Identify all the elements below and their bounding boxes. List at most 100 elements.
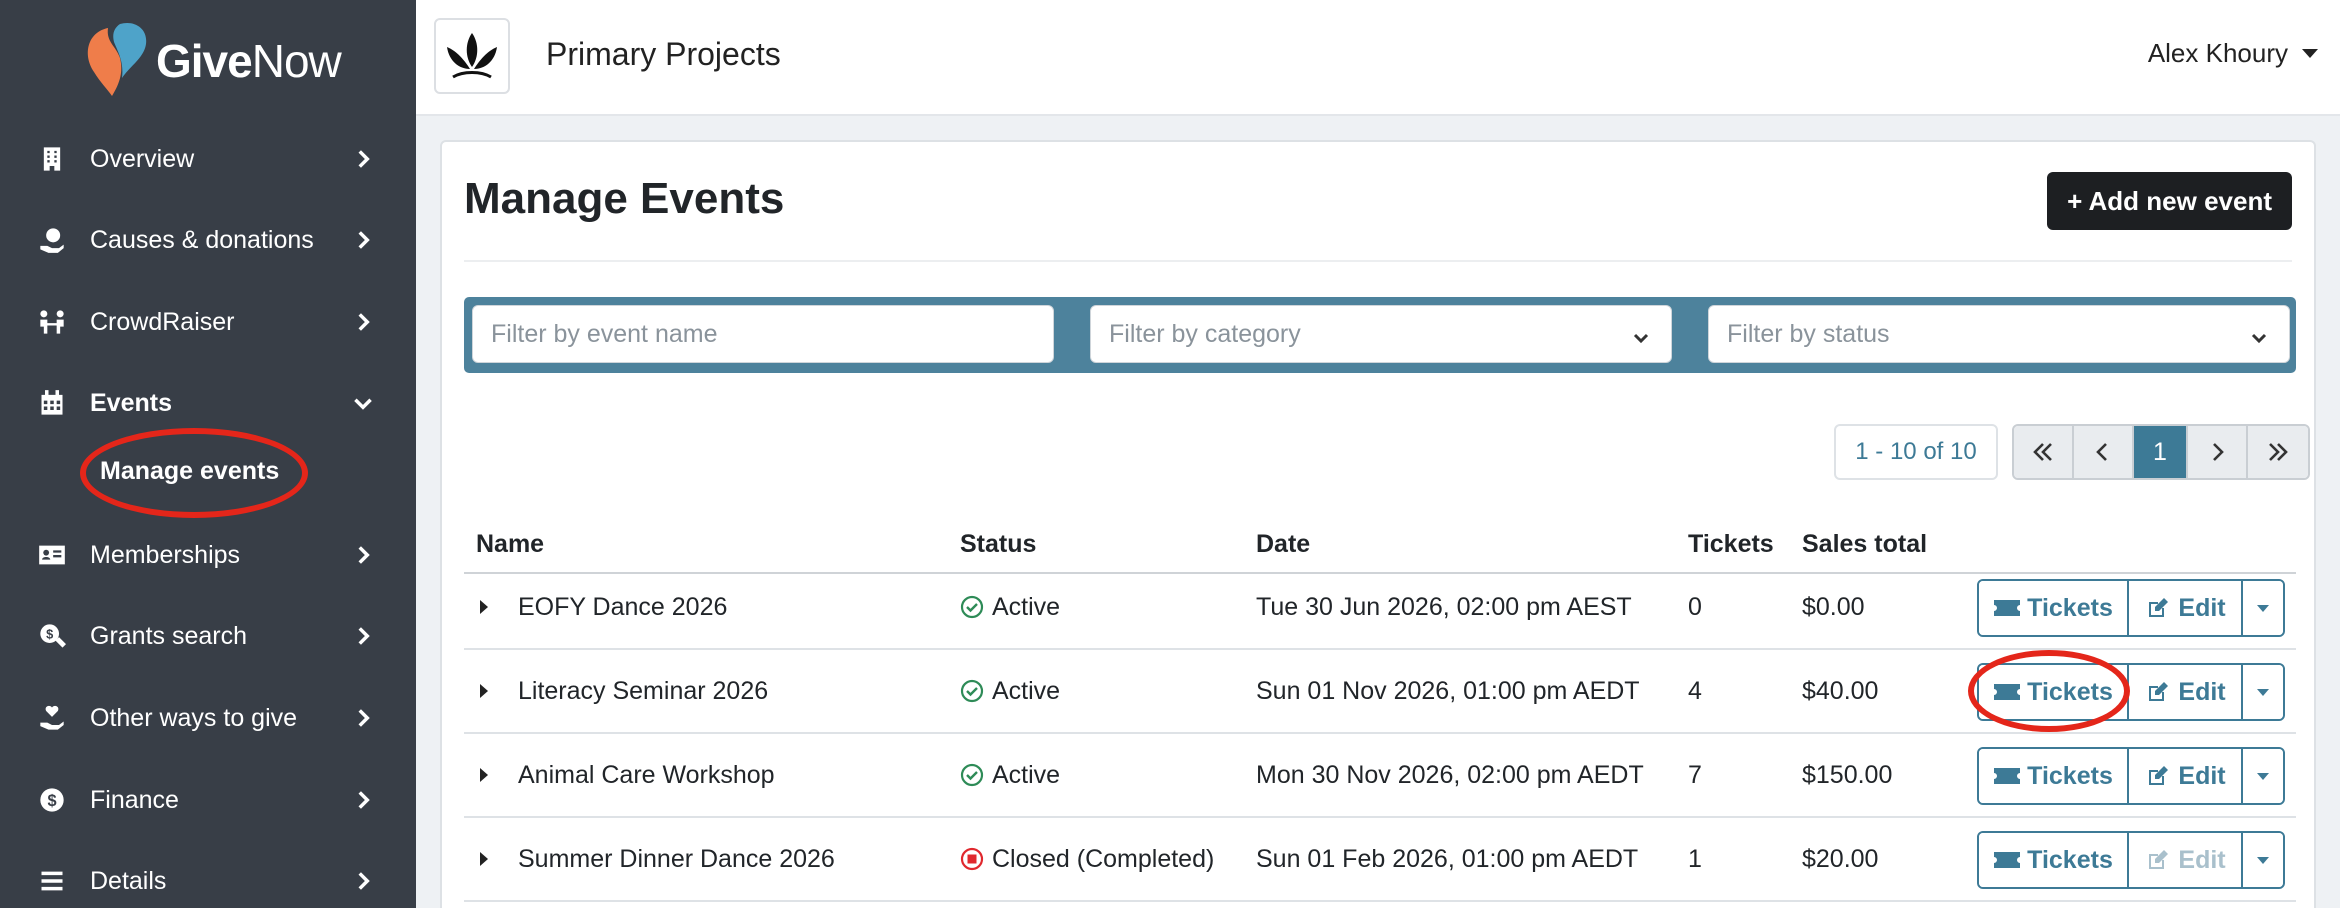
- check-circle-icon: [960, 679, 984, 703]
- status-text: Active: [992, 593, 1061, 621]
- expand-row-icon[interactable]: [480, 600, 488, 614]
- sidebar-item-grants-search[interactable]: $ Grants search: [0, 596, 416, 676]
- category-filter-select[interactable]: Filter by category: [1090, 305, 1672, 363]
- more-actions-dropdown[interactable]: [2243, 581, 2283, 635]
- org-name: Primary Projects: [546, 36, 781, 72]
- table-row: Summer Dinner Dance 2026 Closed (Complete…: [464, 818, 2296, 902]
- chevron-right-icon: [350, 227, 376, 253]
- event-name[interactable]: Literacy Seminar 2026: [518, 677, 768, 706]
- event-name[interactable]: EOFY Dance 2026: [518, 593, 727, 622]
- sidebar: GiveNow Overview Causes & donations Crow…: [0, 0, 416, 908]
- chevron-down-icon: [1631, 326, 1651, 346]
- edit-icon: [2149, 598, 2169, 617]
- expand-row-icon[interactable]: [480, 852, 488, 866]
- ticket-icon: [1994, 768, 2021, 784]
- pagination-range: 1 - 10 of 10: [1834, 424, 1998, 480]
- lotus-icon: [447, 33, 497, 79]
- last-page-button[interactable]: [2248, 426, 2308, 478]
- more-actions-dropdown[interactable]: [2243, 665, 2283, 719]
- caret-down-icon: [2302, 49, 2318, 58]
- chevron-right-icon: [350, 146, 376, 172]
- status-filter-placeholder: Filter by status: [1727, 319, 1890, 348]
- event-name[interactable]: Animal Care Workshop: [518, 761, 775, 790]
- chevron-right-icon: [2213, 443, 2224, 461]
- tickets-button[interactable]: Tickets: [1979, 665, 2129, 719]
- user-name: Alex Khoury: [2147, 38, 2288, 68]
- sidebar-item-label: Memberships: [90, 540, 241, 569]
- edit-button[interactable]: Edit: [2129, 749, 2243, 803]
- status-text: Closed (Completed): [992, 845, 1215, 873]
- chevron-down-icon: [2249, 326, 2269, 346]
- chevron-right-icon: [350, 868, 376, 894]
- first-page-button[interactable]: [2014, 426, 2074, 478]
- org-logo[interactable]: [434, 18, 510, 94]
- edit-button[interactable]: Edit: [2129, 833, 2243, 887]
- sidebar-item-finance[interactable]: $ Finance: [0, 760, 416, 840]
- edit-button[interactable]: Edit: [2129, 581, 2243, 635]
- edit-button-label: Edit: [2178, 845, 2226, 874]
- event-name-filter-input[interactable]: Filter by event name: [472, 305, 1054, 363]
- search-dollar-icon: $: [36, 620, 68, 652]
- table-row: EOFY Dance 2026 Active Tue 30 Jun 2026, 02…: [464, 566, 2296, 650]
- logo-wordmark: GiveNow: [156, 35, 342, 87]
- edit-button[interactable]: Edit: [2129, 665, 2243, 719]
- chevron-left-icon: [2096, 443, 2107, 461]
- edit-button-label: Edit: [2178, 761, 2226, 790]
- ticket-count: 7: [1688, 761, 1702, 789]
- sidebar-item-crowdraiser[interactable]: CrowdRaiser: [0, 282, 416, 362]
- event-status: Active: [960, 677, 1060, 706]
- tickets-button[interactable]: Tickets: [1979, 833, 2129, 887]
- tickets-button[interactable]: Tickets: [1979, 749, 2129, 803]
- page-button-1[interactable]: 1: [2134, 426, 2188, 478]
- column-header-status[interactable]: Status: [960, 530, 1036, 559]
- list-icon: [36, 865, 68, 897]
- row-actions: Tickets Edit: [1977, 579, 2285, 637]
- ticket-icon: [1994, 852, 2021, 868]
- svg-text:$: $: [46, 626, 53, 641]
- tickets-button-label: Tickets: [2027, 761, 2113, 790]
- edit-icon: [2149, 766, 2169, 785]
- column-header-tickets[interactable]: Tickets: [1688, 530, 1774, 559]
- expand-row-icon[interactable]: [480, 684, 488, 698]
- table-header: Name Status Date Tickets Sales total: [464, 514, 2296, 574]
- sidebar-item-label: Finance: [90, 785, 179, 814]
- event-status: Active: [960, 593, 1060, 622]
- caret-down-icon: [2257, 689, 2269, 696]
- hand-coin-icon: [36, 224, 68, 256]
- stop-circle-icon: [960, 847, 984, 871]
- column-header-sales-total[interactable]: Sales total: [1802, 530, 1927, 559]
- column-header-name[interactable]: Name: [476, 530, 544, 559]
- next-page-button[interactable]: [2188, 426, 2248, 478]
- edit-icon: [2149, 850, 2169, 869]
- event-name[interactable]: Summer Dinner Dance 2026: [518, 845, 835, 874]
- expand-row-icon[interactable]: [480, 768, 488, 782]
- more-actions-dropdown[interactable]: [2243, 749, 2283, 803]
- pagination: 1: [2012, 424, 2310, 480]
- chevron-right-icon: [350, 309, 376, 335]
- add-new-event-button[interactable]: + Add new event: [2047, 172, 2292, 230]
- sidebar-item-causes[interactable]: Causes & donations: [0, 200, 416, 280]
- filter-bar: Filter by event name Filter by category …: [464, 297, 2296, 373]
- sidebar-item-memberships[interactable]: Memberships: [0, 515, 416, 595]
- sidebar-item-label: Overview: [90, 144, 195, 173]
- event-date: Sun 01 Feb 2026, 01:00 pm AEDT: [1256, 845, 1639, 873]
- table-row: Animal Care Workshop Active Mon 30 Nov 202…: [464, 734, 2296, 818]
- sidebar-item-details[interactable]: Details: [0, 841, 416, 908]
- givenow-logo[interactable]: GiveNow: [78, 18, 342, 98]
- prev-page-button[interactable]: [2074, 426, 2134, 478]
- status-filter-select[interactable]: Filter by status: [1708, 305, 2290, 363]
- ticket-icon: [1994, 684, 2021, 700]
- sidebar-item-other-ways[interactable]: Other ways to give: [0, 678, 416, 758]
- sidebar-item-overview[interactable]: Overview: [0, 119, 416, 199]
- sidebar-item-events[interactable]: Events: [0, 363, 416, 443]
- user-menu[interactable]: Alex Khoury: [2148, 38, 2318, 69]
- sidebar-subitem-manage-events[interactable]: Manage events: [100, 457, 279, 486]
- tickets-button[interactable]: Tickets: [1979, 581, 2129, 635]
- people-icon: [36, 306, 68, 338]
- ticket-count: 0: [1688, 593, 1702, 621]
- events-card: Manage Events + Add new event Filter by …: [440, 140, 2316, 908]
- sidebar-item-label: Details: [90, 866, 167, 895]
- sales-total: $0.00: [1802, 593, 1865, 621]
- more-actions-dropdown[interactable]: [2243, 833, 2283, 887]
- column-header-date[interactable]: Date: [1256, 530, 1310, 559]
